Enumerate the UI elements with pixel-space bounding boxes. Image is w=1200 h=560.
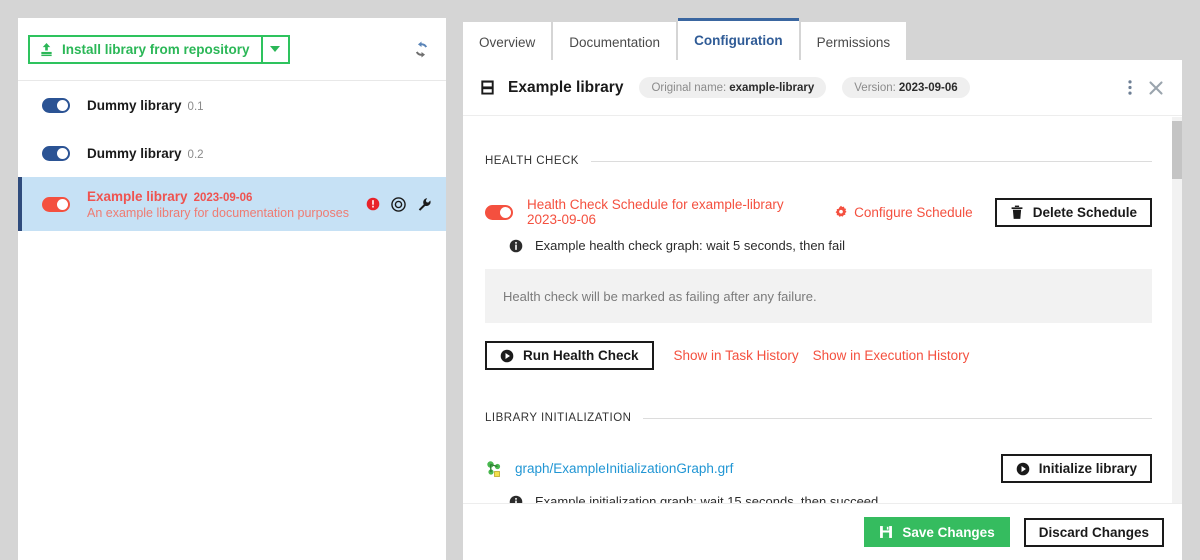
divider (590, 160, 1152, 162)
original-name-value: example-library (729, 81, 815, 94)
chevron-down-icon (270, 46, 281, 52)
health-check-actions: Run Health Check Show in Task History Sh… (485, 341, 1152, 370)
tab-permissions[interactable]: Permissions (800, 22, 907, 60)
tab-configuration[interactable]: Configuration (678, 18, 799, 60)
error-icon[interactable] (366, 197, 380, 211)
tab-bar: Overview Documentation Configuration Per… (463, 18, 1182, 60)
original-name-chip: Original name: example-library (639, 77, 827, 98)
health-check-schedule-link[interactable]: Health Check Schedule for example-librar… (527, 197, 816, 227)
show-in-execution-history-link[interactable]: Show in Execution History (813, 348, 970, 363)
list-item[interactable]: Dummy library 0.1 (18, 81, 446, 129)
configure-schedule-label: Configure Schedule (854, 204, 973, 220)
run-health-check-button[interactable]: Run Health Check (485, 341, 654, 370)
delete-schedule-button[interactable]: Delete Schedule (994, 197, 1152, 227)
panel-footer: Save Changes Discard Changes (463, 503, 1182, 560)
wrench-icon[interactable] (417, 197, 432, 212)
close-icon[interactable] (1148, 80, 1164, 96)
library-description: An example library for documentation pur… (87, 205, 349, 220)
library-list-panel: Install library from repository Dummy li… (18, 18, 446, 560)
library-name: Dummy library (87, 97, 182, 113)
list-item[interactable]: Dummy library 0.2 (18, 129, 446, 177)
library-info: Dummy library 0.1 (87, 98, 204, 113)
divider (643, 417, 1152, 419)
initialization-graph-link[interactable]: graph/ExampleInitializationGraph.grf (515, 461, 733, 476)
kebab-menu-icon[interactable] (1128, 79, 1132, 96)
refresh-icon[interactable] (408, 36, 434, 62)
discard-changes-label: Discard Changes (1038, 524, 1149, 540)
library-list: Dummy library 0.1 Dummy library 0.2 Exam… (18, 81, 446, 231)
run-health-check-label: Run Health Check (523, 348, 639, 363)
upload-icon (39, 42, 54, 57)
play-icon (1016, 462, 1030, 476)
save-icon (879, 525, 893, 539)
health-check-info-text: Example health check graph: wait 5 secon… (535, 238, 846, 253)
trash-icon (1010, 205, 1024, 220)
health-check-section-header: HEALTH CHECK (485, 155, 1152, 167)
install-dropdown-toggle[interactable] (261, 34, 290, 64)
configure-schedule-button[interactable]: Configure Schedule (834, 205, 973, 220)
show-in-task-history-link[interactable]: Show in Task History (674, 348, 799, 363)
library-name: Example library (87, 188, 188, 204)
initialization-graph-row: graph/ExampleInitializationGraph.grf Ini… (485, 454, 1152, 483)
install-toolbar: Install library from repository (18, 18, 446, 81)
save-changes-label: Save Changes (902, 524, 995, 540)
original-name-label: Original name: (651, 81, 727, 94)
library-version: 2023-09-06 (193, 191, 253, 204)
library-info: Example library 2023-09-06 An example li… (87, 189, 349, 220)
library-version: 0.2 (187, 148, 204, 161)
tab-label: Overview (479, 35, 536, 50)
health-check-note-text: Health check will be marked as failing a… (503, 288, 817, 304)
discard-changes-button[interactable]: Discard Changes (1023, 517, 1164, 547)
health-check-schedule-toggle[interactable] (485, 204, 513, 220)
install-button-group: Install library from repository (28, 34, 290, 64)
initialize-library-label: Initialize library (1038, 461, 1137, 476)
configuration-content: HEALTH CHECK Health Check Schedule for e… (463, 117, 1182, 560)
tab-label: Permissions (816, 35, 891, 50)
initialize-library-button[interactable]: Initialize library (1000, 454, 1152, 483)
version-chip: Version: 2023-09-06 (842, 77, 970, 98)
tab-overview[interactable]: Overview (463, 22, 552, 60)
library-enable-toggle[interactable] (42, 145, 70, 161)
panel-body: Example library Original name: example-l… (463, 60, 1182, 560)
library-initialization-section: LIBRARY INITIALIZATION graph/ExampleInit… (485, 412, 1152, 509)
version-value: 2023-09-06 (898, 81, 958, 94)
play-icon (500, 349, 514, 363)
section-title: HEALTH CHECK (485, 155, 579, 167)
info-icon (509, 239, 523, 253)
library-enable-toggle[interactable] (42, 97, 70, 113)
library-initialization-section-header: LIBRARY INITIALIZATION (485, 412, 1152, 424)
graph-icon (485, 460, 503, 478)
library-name: Dummy library (87, 145, 182, 161)
library-status-icons (366, 196, 432, 212)
gear-icon (834, 205, 848, 219)
health-check-schedule-row: Health Check Schedule for example-librar… (485, 197, 1152, 227)
library-info: Dummy library 0.2 (87, 146, 204, 161)
health-check-info-line: Example health check graph: wait 5 secon… (485, 238, 1152, 253)
book-icon (479, 79, 496, 96)
target-icon[interactable] (391, 196, 406, 212)
health-check-note: Health check will be marked as failing a… (485, 269, 1152, 323)
vertical-scrollbar[interactable] (1172, 117, 1182, 560)
save-changes-button[interactable]: Save Changes (864, 517, 1010, 547)
version-label: Version: (854, 81, 896, 94)
document-header: Example library Original name: example-l… (463, 60, 1182, 116)
library-title-line: Dummy library 0.1 (87, 98, 204, 113)
scrollbar-thumb[interactable] (1172, 121, 1182, 179)
list-item-selected[interactable]: Example library 2023-09-06 An example li… (18, 177, 446, 231)
detail-panel: Overview Documentation Configuration Per… (463, 18, 1182, 560)
install-library-button[interactable]: Install library from repository (28, 34, 262, 64)
tab-documentation[interactable]: Documentation (553, 22, 677, 60)
delete-schedule-label: Delete Schedule (1032, 204, 1137, 220)
library-title-line: Dummy library 0.2 (87, 146, 204, 161)
tab-label: Configuration (694, 33, 783, 48)
install-library-label: Install library from repository (62, 41, 250, 57)
tab-label: Documentation (569, 35, 661, 50)
library-title-line: Example library 2023-09-06 (87, 189, 349, 204)
section-title: LIBRARY INITIALIZATION (485, 412, 632, 424)
header-actions (1128, 79, 1164, 96)
page-title: Example library (508, 78, 624, 96)
configuration-content-inner: HEALTH CHECK Health Check Schedule for e… (463, 117, 1182, 509)
library-enable-toggle[interactable] (42, 196, 70, 212)
library-version: 0.1 (187, 100, 204, 113)
